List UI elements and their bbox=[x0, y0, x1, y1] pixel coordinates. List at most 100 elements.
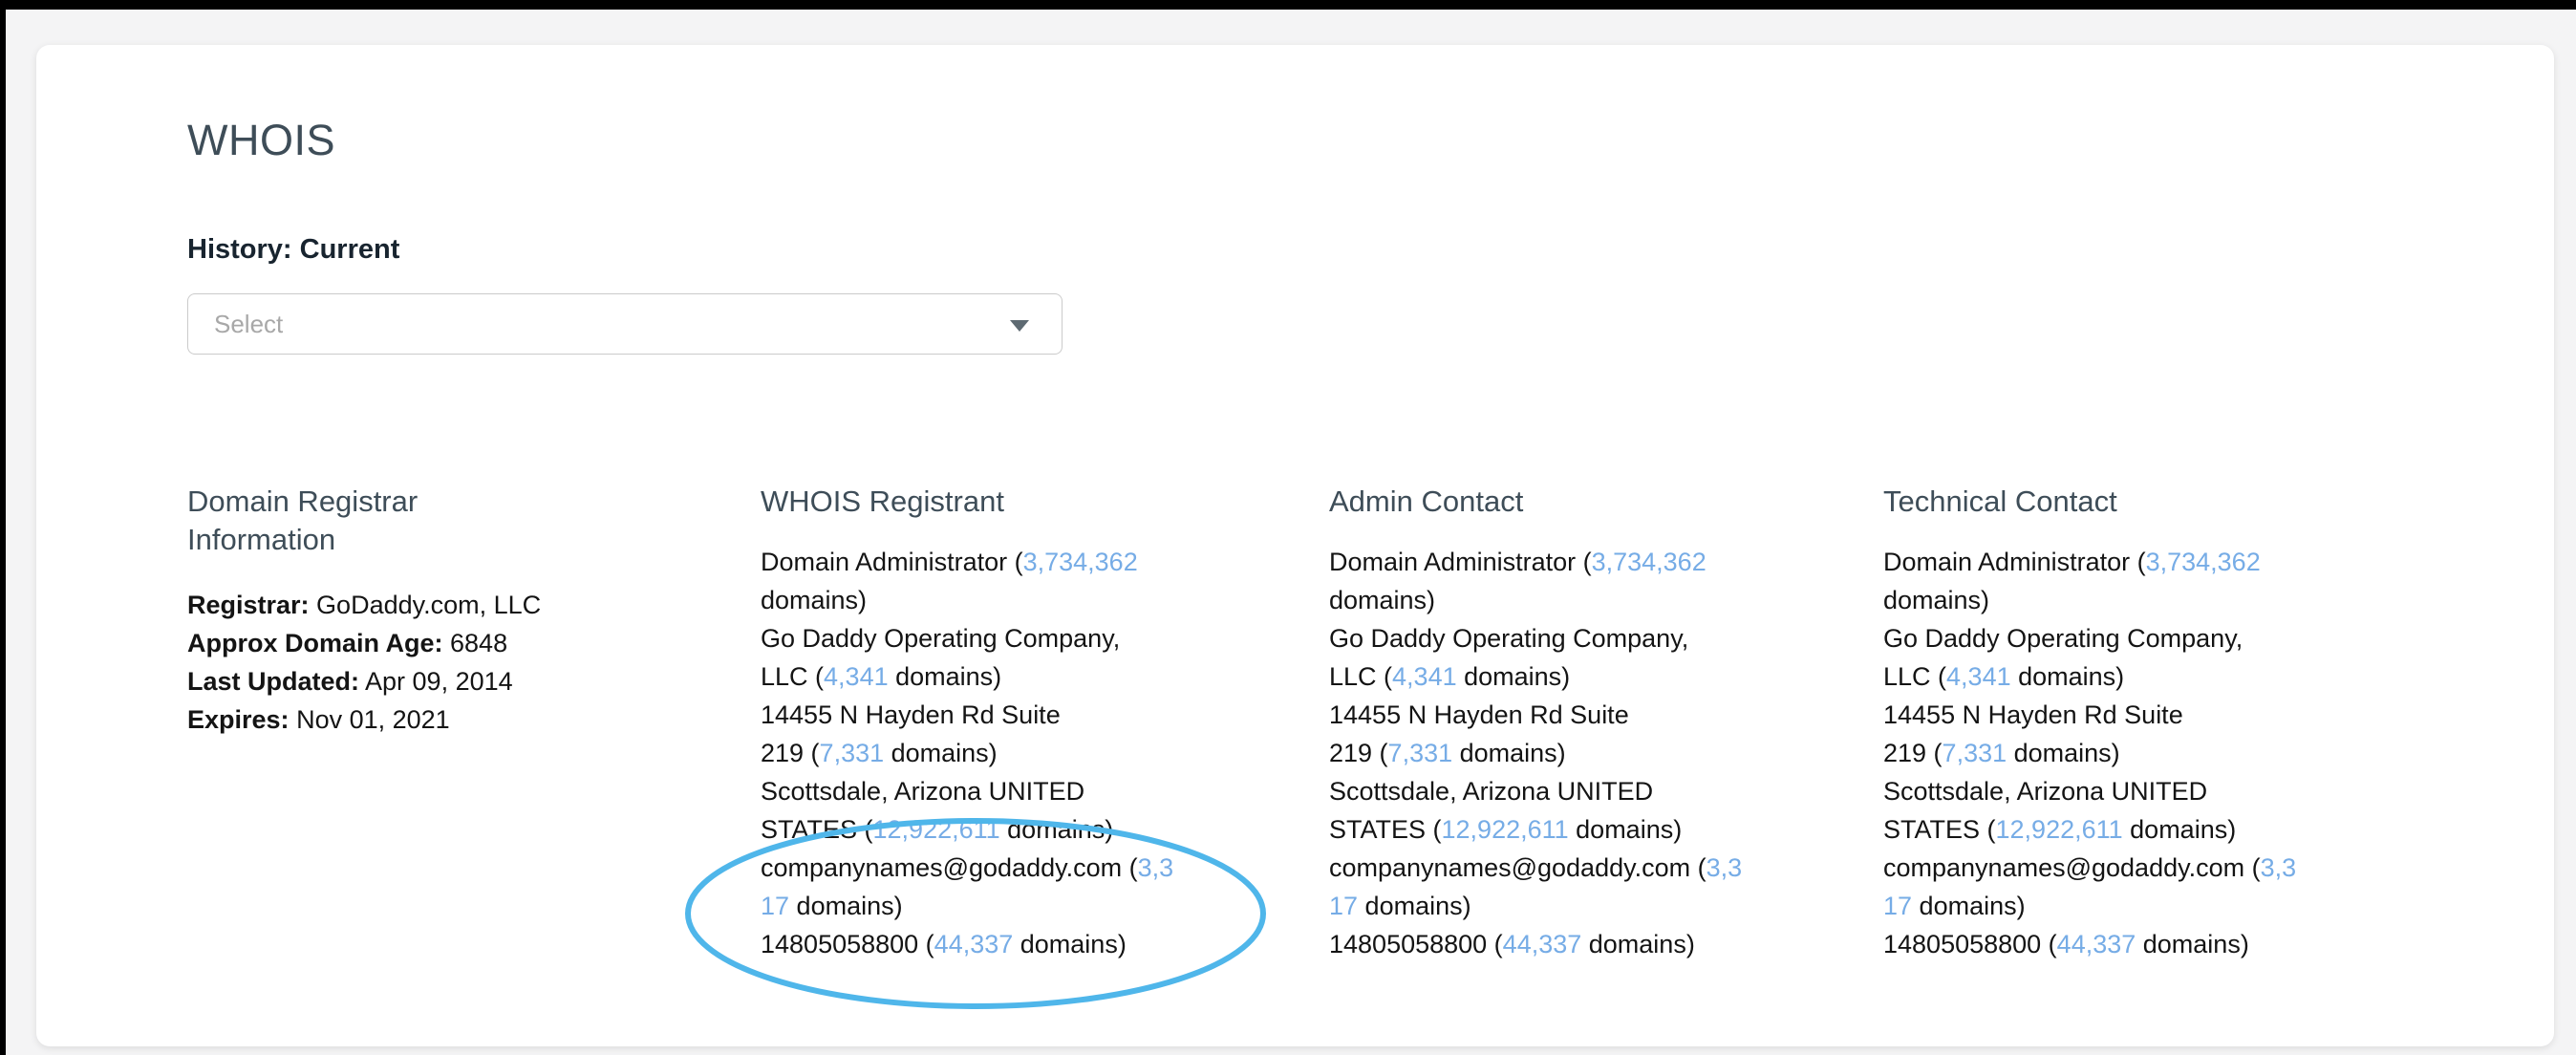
contact-text: Domain Administrator ( bbox=[1883, 548, 2146, 576]
contact-line: Scottsdale, Arizona UNITED bbox=[1883, 772, 2380, 810]
domain-count-link[interactable]: 3,3 bbox=[1138, 853, 1174, 882]
contact-text: domains) bbox=[1452, 739, 1566, 767]
contact-line: Go Daddy Operating Company, bbox=[1329, 619, 1826, 657]
contact-line: STATES (12,922,611 domains) bbox=[1329, 810, 1826, 849]
contact-text: 219 ( bbox=[1329, 739, 1388, 767]
contact-line: Domain Administrator (3,734,362 bbox=[1329, 543, 1826, 581]
domain-count-link[interactable]: 4,341 bbox=[1392, 662, 1457, 691]
registrar-field: Expires: Nov 01, 2021 bbox=[187, 700, 646, 739]
contact-heading: WHOIS Registrant bbox=[761, 483, 1257, 521]
contact-line: 17 domains) bbox=[1329, 887, 1826, 925]
contact-line: 219 (7,331 domains) bbox=[1329, 734, 1826, 772]
contact-text: 219 ( bbox=[761, 739, 820, 767]
contact-line: 17 domains) bbox=[1883, 887, 2380, 925]
history-select[interactable]: Select bbox=[187, 293, 1063, 355]
contact-line: STATES (12,922,611 domains) bbox=[761, 810, 1257, 849]
contact-text: 14805058800 ( bbox=[1329, 930, 1503, 958]
domain-count-link[interactable]: 7,331 bbox=[820, 739, 885, 767]
contact-line: Go Daddy Operating Company, bbox=[761, 619, 1257, 657]
domain-count-link[interactable]: 44,337 bbox=[934, 930, 1014, 958]
contact-line: 14455 N Hayden Rd Suite bbox=[761, 696, 1257, 734]
contact-text: Go Daddy Operating Company, bbox=[761, 624, 1120, 653]
registrar-field: Registrar: GoDaddy.com, LLC bbox=[187, 586, 646, 624]
domain-count-link[interactable]: 4,341 bbox=[1946, 662, 2011, 691]
contact-line: domains) bbox=[1329, 581, 1826, 619]
domain-count-link[interactable]: 17 bbox=[1329, 892, 1358, 920]
domain-count-link[interactable]: 3,734,362 bbox=[1592, 548, 1707, 576]
contact-text: domains) bbox=[1358, 892, 1471, 920]
contact-text: STATES ( bbox=[1883, 815, 1996, 844]
contact-heading: Technical Contact bbox=[1883, 483, 2380, 521]
domain-count-link[interactable]: 44,337 bbox=[2057, 930, 2136, 958]
contact-text: Scottsdale, Arizona UNITED bbox=[761, 777, 1084, 806]
contact-text: domains) bbox=[1581, 930, 1695, 958]
contact-text: domains) bbox=[1457, 662, 1571, 691]
domain-count-link[interactable]: 17 bbox=[1883, 892, 1912, 920]
contact-column: Technical Contact Domain Administrator (… bbox=[1883, 483, 2380, 963]
contact-text: companynames@godaddy.com ( bbox=[1883, 853, 2261, 882]
contact-column: WHOIS Registrant Domain Administrator (3… bbox=[761, 483, 1257, 963]
contact-text: domains) bbox=[1329, 586, 1435, 614]
contact-text: 14455 N Hayden Rd Suite bbox=[761, 700, 1061, 729]
contact-line: Domain Administrator (3,734,362 bbox=[761, 543, 1257, 581]
domain-count-link[interactable]: 12,922,611 bbox=[1996, 815, 2123, 844]
contact-text: companynames@godaddy.com ( bbox=[1329, 853, 1707, 882]
domain-count-link[interactable]: 4,341 bbox=[824, 662, 889, 691]
page-title: WHOIS bbox=[187, 116, 335, 165]
domain-count-link[interactable]: 12,922,611 bbox=[1442, 815, 1569, 844]
screenshot-root: { "colors": { "frame": "#000000", "page_… bbox=[0, 0, 2576, 1055]
contact-text: domains) bbox=[2011, 662, 2125, 691]
contact-text: Scottsdale, Arizona UNITED bbox=[1329, 777, 1653, 806]
contact-text: Domain Administrator ( bbox=[761, 548, 1023, 576]
registrar-info-fields: Registrar: GoDaddy.com, LLCApprox Domain… bbox=[187, 586, 646, 739]
domain-count-link[interactable]: 3,734,362 bbox=[1023, 548, 1138, 576]
registrar-field-value: 6848 bbox=[443, 629, 508, 657]
contact-line: 219 (7,331 domains) bbox=[761, 734, 1257, 772]
contact-line: LLC (4,341 domains) bbox=[1883, 657, 2380, 696]
domain-count-link[interactable]: 17 bbox=[761, 892, 789, 920]
contact-lines: Domain Administrator (3,734,362 domains) G… bbox=[1883, 543, 2380, 963]
registrar-field-label: Approx Domain Age: bbox=[187, 629, 443, 657]
registrar-field-value: Apr 09, 2014 bbox=[359, 667, 513, 696]
contact-text: domains) bbox=[1912, 892, 2026, 920]
contact-line: STATES (12,922,611 domains) bbox=[1883, 810, 2380, 849]
contact-text: LLC ( bbox=[761, 662, 824, 691]
contact-text: domains) bbox=[761, 586, 867, 614]
contact-text: 219 ( bbox=[1883, 739, 1943, 767]
domain-count-link[interactable]: 3,3 bbox=[2261, 853, 2297, 882]
contact-text: STATES ( bbox=[761, 815, 873, 844]
contact-line: companynames@godaddy.com (3,3 bbox=[1329, 849, 1826, 887]
contact-line: 14805058800 (44,337 domains) bbox=[1883, 925, 2380, 963]
domain-count-link[interactable]: 3,734,362 bbox=[2146, 548, 2261, 576]
domain-count-link[interactable]: 12,922,611 bbox=[873, 815, 1000, 844]
contact-line: Scottsdale, Arizona UNITED bbox=[761, 772, 1257, 810]
domain-count-link[interactable]: 7,331 bbox=[1943, 739, 2007, 767]
contact-text: Go Daddy Operating Company, bbox=[1883, 624, 2243, 653]
contact-text: domains) bbox=[1000, 815, 1114, 844]
contact-text: domains) bbox=[1569, 815, 1683, 844]
registrar-field: Approx Domain Age: 6848 bbox=[187, 624, 646, 662]
registrar-info-heading: Domain Registrar Information bbox=[187, 483, 517, 559]
page-background: WHOIS History: Current Select Domain Reg… bbox=[6, 10, 2576, 1055]
registrar-field: Last Updated: Apr 09, 2014 bbox=[187, 662, 646, 700]
contact-column: Admin Contact Domain Administrator (3,73… bbox=[1329, 483, 1826, 963]
domain-count-link[interactable]: 7,331 bbox=[1388, 739, 1453, 767]
chevron-down-icon bbox=[1010, 320, 1029, 332]
contact-line: domains) bbox=[761, 581, 1257, 619]
contact-text: domains) bbox=[2007, 739, 2120, 767]
contact-text: domains) bbox=[889, 662, 1002, 691]
contact-lines: Domain Administrator (3,734,362 domains) G… bbox=[761, 543, 1257, 963]
contact-text: LLC ( bbox=[1329, 662, 1392, 691]
domain-count-link[interactable]: 3,3 bbox=[1707, 853, 1743, 882]
contact-text: 14805058800 ( bbox=[761, 930, 934, 958]
contact-line: 14805058800 (44,337 domains) bbox=[1329, 925, 1826, 963]
contact-line: Domain Administrator (3,734,362 bbox=[1883, 543, 2380, 581]
contact-text: STATES ( bbox=[1329, 815, 1442, 844]
contact-line: domains) bbox=[1883, 581, 2380, 619]
contact-text: 14805058800 ( bbox=[1883, 930, 2057, 958]
domain-count-link[interactable]: 44,337 bbox=[1503, 930, 1582, 958]
whois-card: WHOIS History: Current Select Domain Reg… bbox=[36, 45, 2554, 1046]
contact-text: domains) bbox=[1883, 586, 1989, 614]
contact-line: 17 domains) bbox=[761, 887, 1257, 925]
contact-line: companynames@godaddy.com (3,3 bbox=[761, 849, 1257, 887]
